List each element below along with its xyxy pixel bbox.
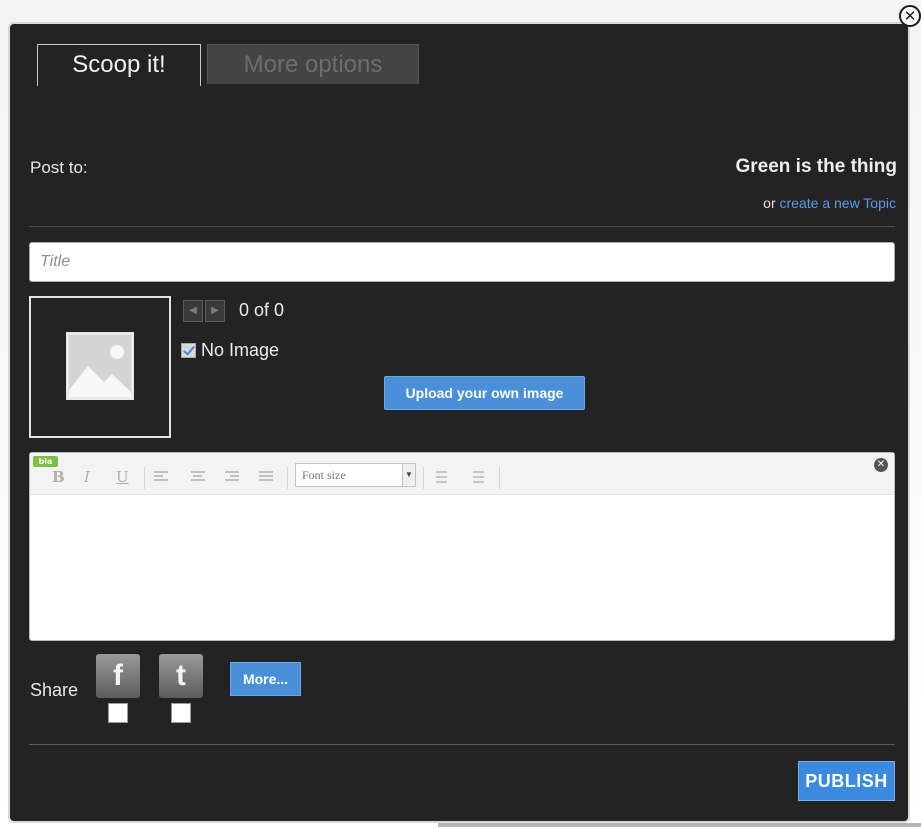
align-justify-icon[interactable]	[259, 471, 273, 484]
share-twitter-checkbox[interactable]	[171, 703, 191, 723]
next-image-button[interactable]: ▶	[205, 300, 225, 322]
image-preview	[29, 296, 171, 438]
publish-button[interactable]: PUBLISH	[798, 761, 895, 801]
divider	[29, 226, 895, 227]
share-facebook-checkbox[interactable]	[108, 703, 128, 723]
bold-button[interactable]: B	[52, 467, 65, 487]
or-text: or	[763, 195, 776, 211]
chevron-down-icon: ▼	[402, 464, 415, 486]
facebook-icon[interactable]: f	[96, 654, 140, 698]
align-center-icon[interactable]	[191, 471, 205, 484]
more-share-button[interactable]: More...	[230, 662, 301, 696]
align-right-icon[interactable]	[225, 471, 239, 484]
upload-image-button[interactable]: Upload your own image	[384, 376, 585, 410]
tab-more-options[interactable]: More options	[207, 44, 419, 84]
topic-name: Green is the thing	[735, 156, 897, 177]
close-icon[interactable]: ✕	[899, 5, 921, 27]
toolbar-separator	[144, 467, 145, 489]
no-image-checkbox[interactable]	[181, 343, 196, 358]
toolbar-separator	[287, 467, 288, 489]
bia-badge: bia	[33, 456, 58, 467]
twitter-icon[interactable]: t	[159, 654, 203, 698]
toolbar-separator	[423, 467, 424, 489]
no-image-label: No Image	[201, 340, 280, 360]
font-size-select[interactable]: Font size ▼	[295, 463, 416, 487]
tab-scoop-it[interactable]: Scoop it!	[37, 44, 201, 86]
share-label: Share	[30, 680, 79, 700]
create-topic-link[interactable]: create a new Topic	[780, 195, 896, 211]
no-image-row: No Image	[181, 340, 279, 361]
editor-toolbar: bia B I U Font size ▼ ✕	[30, 453, 894, 495]
topic-create-row: or create a new Topic	[763, 195, 896, 211]
post-to-label: Post to:	[30, 158, 88, 177]
divider	[29, 744, 895, 745]
image-count: 0 of 0	[239, 300, 285, 320]
bottom-scroll-strip	[0, 823, 921, 828]
title-input[interactable]	[29, 242, 895, 282]
underline-button[interactable]: U	[116, 467, 129, 487]
font-size-value: Font size	[302, 468, 346, 482]
bullet-list-icon[interactable]	[431, 471, 447, 485]
editor-close-icon[interactable]: ✕	[874, 458, 888, 472]
rich-text-editor[interactable]: bia B I U Font size ▼ ✕	[29, 452, 895, 641]
numbered-list-icon[interactable]	[468, 471, 484, 485]
prev-image-button[interactable]: ◀	[183, 300, 203, 322]
image-placeholder-icon	[66, 332, 134, 400]
align-left-icon[interactable]	[154, 471, 168, 484]
italic-button[interactable]: I	[84, 467, 90, 487]
image-nav: ◀ ▶	[183, 300, 225, 322]
toolbar-separator	[499, 467, 500, 489]
